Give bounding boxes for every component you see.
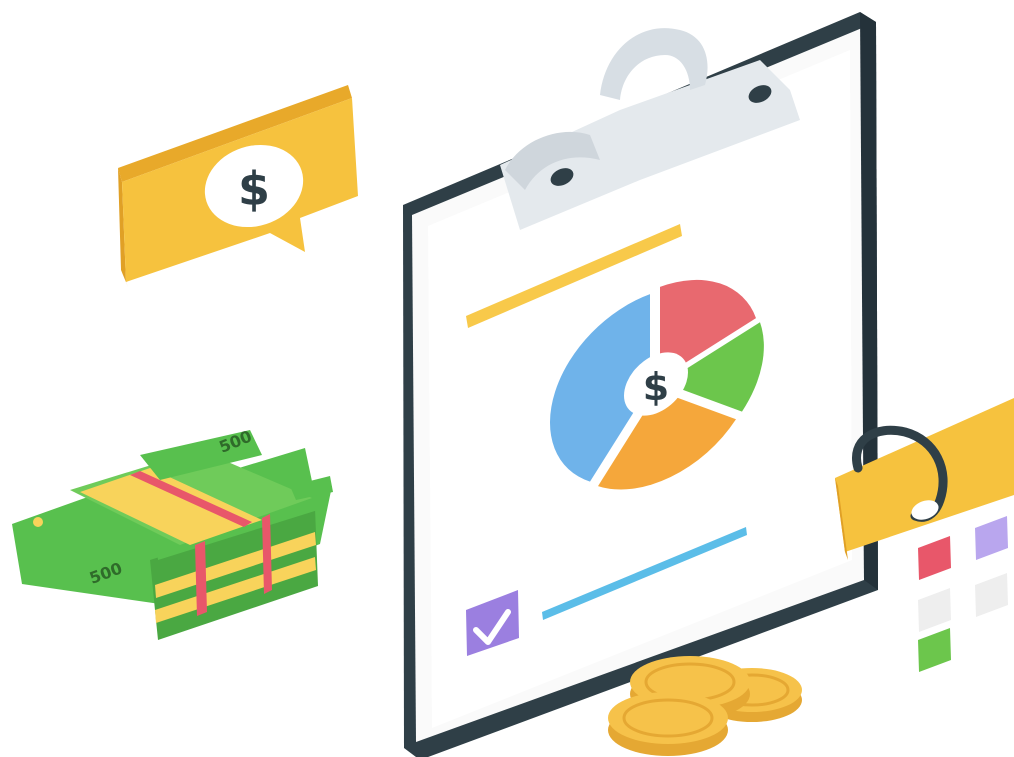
calendar-cell-red (918, 536, 951, 580)
calendar-icon (835, 398, 1014, 672)
coin-front (608, 692, 728, 756)
bubble-dollar-symbol: $ (238, 162, 270, 216)
bitcoin-coins-icon (608, 656, 802, 756)
clipboard-icon: $ (403, 12, 878, 757)
calendar-cell-faded-2 (975, 573, 1008, 617)
pie-center-dollar-symbol: $ (643, 365, 669, 409)
calendar-cell-purple (975, 516, 1008, 560)
dollar-speech-bubble-icon: $ (118, 85, 358, 287)
calendar-cell-green (918, 628, 951, 672)
cash-stack-icon: 500 500 (12, 427, 333, 640)
calendar-cell-faded (918, 588, 951, 632)
illustration-scene: $ $ 500 500 (0, 0, 1014, 757)
